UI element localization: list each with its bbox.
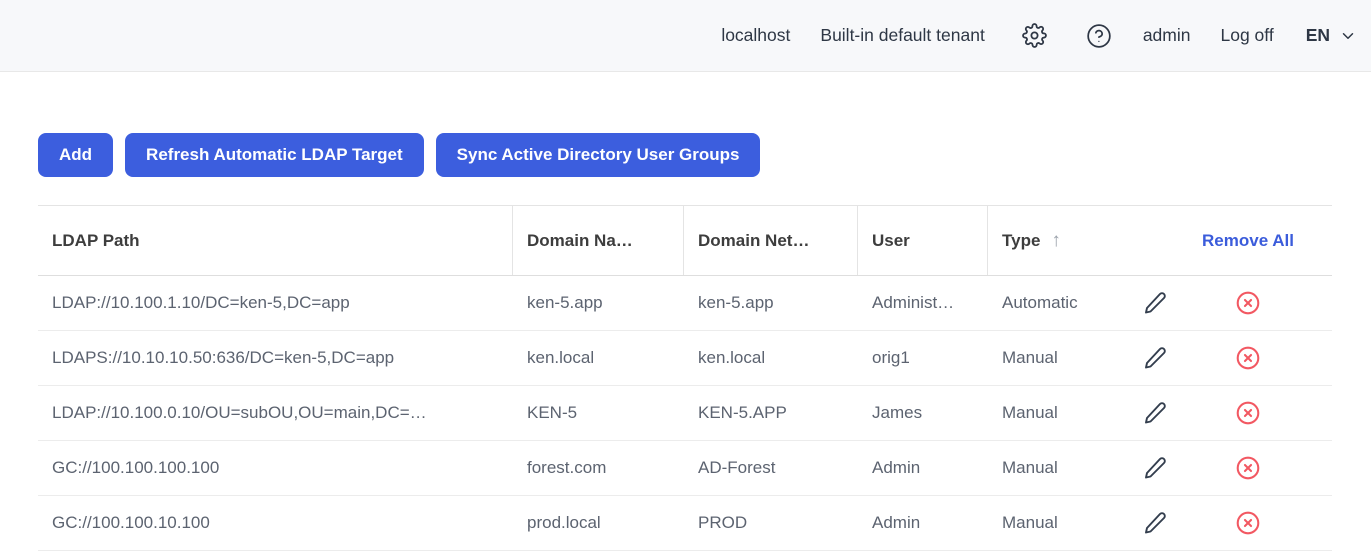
tenant-label: Built-in default tenant xyxy=(820,25,985,45)
chevron-down-icon xyxy=(1339,27,1357,45)
column-header-edit xyxy=(1110,206,1200,275)
cell-type: Manual xyxy=(1002,513,1058,532)
cell-domain-name: ken.local xyxy=(527,348,595,367)
edit-button[interactable] xyxy=(1140,453,1170,483)
remove-button[interactable] xyxy=(1233,508,1263,538)
cell-type: Automatic xyxy=(1002,293,1078,312)
language-selector[interactable]: EN xyxy=(1306,25,1357,46)
cell-ldap-path: LDAP://10.100.1.10/DC=ken-5,DC=app xyxy=(52,293,350,312)
sort-ascending-icon: ↑ xyxy=(1051,229,1061,251)
remove-button[interactable] xyxy=(1233,288,1263,318)
edit-button[interactable] xyxy=(1140,398,1170,428)
cell-user: James xyxy=(872,403,923,422)
edit-button[interactable] xyxy=(1140,343,1170,373)
add-button[interactable]: Add xyxy=(38,133,114,177)
topbar: localhost Built-in default tenant admin … xyxy=(0,0,1371,72)
cell-domain-netbios: ken-5.app xyxy=(698,293,774,312)
pencil-icon xyxy=(1145,457,1166,479)
column-header-domain-netbios[interactable]: Domain Net… xyxy=(684,206,858,275)
cell-domain-netbios: KEN-5.APP xyxy=(698,403,787,422)
cell-domain-name: forest.com xyxy=(527,458,607,477)
refresh-ldap-button[interactable]: Refresh Automatic LDAP Target xyxy=(125,133,424,177)
sync-ad-groups-button[interactable]: Sync Active Directory User Groups xyxy=(435,133,761,177)
remove-button[interactable] xyxy=(1233,343,1263,373)
admin-user-label[interactable]: admin xyxy=(1143,25,1191,46)
cell-ldap-path: GC://100.100.10.100 xyxy=(52,513,210,532)
logoff-link[interactable]: Log off xyxy=(1220,25,1273,46)
table-header-row: LDAP Path Domain Na… Domain Net… User Ty… xyxy=(38,205,1332,276)
cell-user: Admin xyxy=(872,513,921,532)
table-row: GC://100.100.10.100 prod.local PROD Admi… xyxy=(38,496,1332,551)
cell-user: orig1 xyxy=(872,348,910,367)
pencil-icon xyxy=(1145,347,1166,369)
cell-type: Manual xyxy=(1002,458,1058,477)
pencil-icon xyxy=(1145,512,1166,534)
table-row: LDAP://10.100.0.10/OU=subOU,OU=main,DC=…… xyxy=(38,386,1332,441)
header-spacer xyxy=(1296,206,1332,275)
remove-circle-icon xyxy=(1236,401,1260,425)
ldap-targets-table: LDAP Path Domain Na… Domain Net… User Ty… xyxy=(38,205,1332,551)
column-header-type[interactable]: Type ↑ xyxy=(988,206,1110,275)
cell-user: Admin xyxy=(872,458,921,477)
remove-all-link[interactable]: Remove All xyxy=(1202,231,1294,251)
table-row: GC://100.100.100.100 forest.com AD-Fores… xyxy=(38,441,1332,496)
column-header-user[interactable]: User xyxy=(858,206,988,275)
cell-user: Administ… xyxy=(872,293,955,312)
host-label: localhost xyxy=(721,25,791,45)
table-row: LDAP://10.100.1.10/DC=ken-5,DC=app ken-5… xyxy=(38,276,1332,331)
column-header-domain-name[interactable]: Domain Na… xyxy=(513,206,684,275)
cell-domain-name: ken-5.app xyxy=(527,293,603,312)
table-row: LDAPS://10.10.10.50:636/DC=ken-5,DC=app … xyxy=(38,331,1332,386)
cell-domain-netbios: PROD xyxy=(698,513,748,532)
edit-button[interactable] xyxy=(1140,508,1170,538)
pencil-icon xyxy=(1145,402,1166,424)
cell-ldap-path: LDAP://10.100.0.10/OU=subOU,OU=main,DC=… xyxy=(52,403,427,422)
help-icon xyxy=(1087,23,1111,48)
cell-ldap-path: GC://100.100.100.100 xyxy=(52,458,220,477)
pencil-icon xyxy=(1145,292,1166,314)
column-header-ldap-path[interactable]: LDAP Path xyxy=(38,206,513,275)
cell-type: Manual xyxy=(1002,348,1058,367)
cell-domain-netbios: AD-Forest xyxy=(698,458,776,477)
remove-circle-icon xyxy=(1236,346,1260,370)
remove-button[interactable] xyxy=(1233,398,1263,428)
column-header-remove: Remove All xyxy=(1200,206,1296,275)
settings-button[interactable] xyxy=(1021,22,1049,50)
cell-domain-name: KEN-5 xyxy=(527,403,578,422)
column-header-type-label: Type xyxy=(1002,230,1041,250)
toolbar: Add Refresh Automatic LDAP Target Sync A… xyxy=(38,133,1371,177)
language-label: EN xyxy=(1305,25,1330,45)
cell-type: Manual xyxy=(1002,403,1058,422)
help-button[interactable] xyxy=(1085,22,1113,50)
edit-button[interactable] xyxy=(1140,288,1170,318)
remove-button[interactable] xyxy=(1233,453,1263,483)
cell-domain-netbios: ken.local xyxy=(698,348,766,367)
cell-domain-name: prod.local xyxy=(527,513,601,532)
remove-circle-icon xyxy=(1236,291,1260,315)
cell-ldap-path: LDAPS://10.10.10.50:636/DC=ken-5,DC=app xyxy=(52,348,395,367)
remove-circle-icon xyxy=(1236,456,1260,480)
remove-circle-icon xyxy=(1236,511,1260,535)
gear-icon xyxy=(1022,23,1048,48)
